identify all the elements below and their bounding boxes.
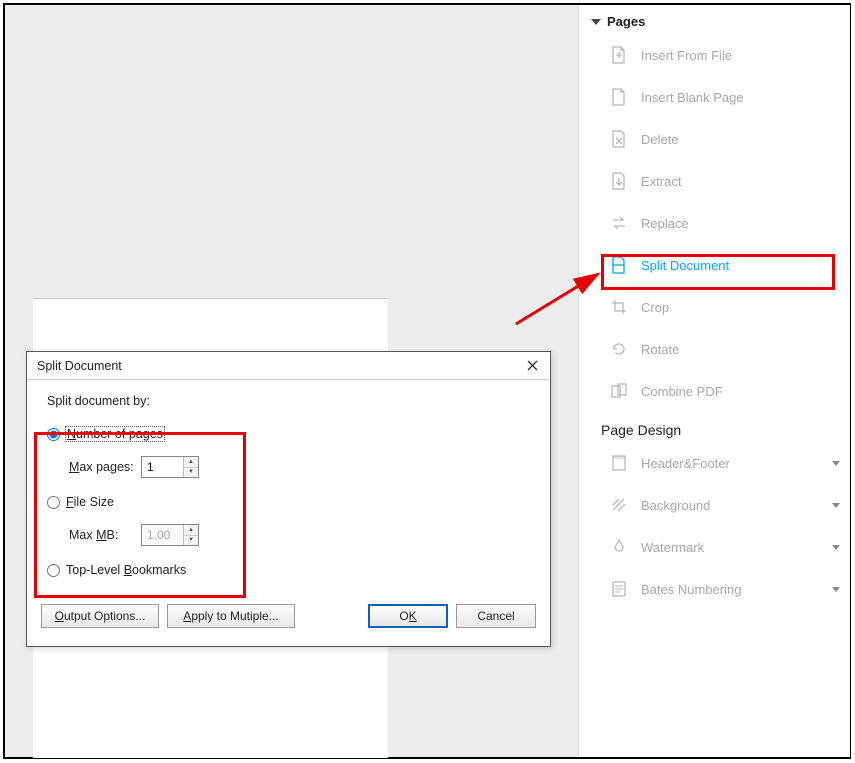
page-insert-icon <box>609 45 629 65</box>
rotate-icon <box>609 339 629 359</box>
menu-label: Bates Numbering <box>613 582 741 597</box>
radio-bookmarks[interactable] <box>47 564 60 577</box>
collapse-icon <box>591 19 601 25</box>
section-title: Page Design <box>601 422 681 438</box>
section-header-pages[interactable]: Pages <box>579 5 850 34</box>
apply-multiple-button[interactable]: Apply to Mutiple... <box>167 604 295 628</box>
menu-split-document[interactable]: Split Document <box>579 244 850 286</box>
radio-number-of-pages[interactable] <box>47 428 60 441</box>
split-icon <box>609 255 629 275</box>
background-icon <box>609 495 629 515</box>
radio-file-size[interactable] <box>47 496 60 509</box>
page-extract-icon <box>609 171 629 191</box>
output-options-button[interactable]: Output Options... <box>41 604 159 628</box>
crop-icon <box>609 297 629 317</box>
max-pages-input[interactable] <box>142 457 183 477</box>
radio-row-size[interactable]: File Size <box>47 490 536 514</box>
menu-delete[interactable]: Delete <box>579 118 850 160</box>
menu-rotate[interactable]: Rotate <box>579 328 850 370</box>
menu-replace[interactable]: Replace <box>579 202 850 244</box>
close-button[interactable] <box>520 356 544 376</box>
dialog-body: Split document by: Number of pages Max p… <box>27 380 550 598</box>
bates-icon <box>609 579 629 599</box>
right-panel: Pages Insert From File Insert Blank Page… <box>578 5 850 757</box>
menu-insert-from-file[interactable]: Insert From File <box>579 34 850 76</box>
max-mb-label: Max MB: <box>69 528 141 542</box>
menu-label: Split Document <box>613 258 729 273</box>
chevron-down-icon <box>832 461 840 466</box>
radio-label: Number of pages <box>66 427 164 441</box>
split-by-label: Split document by: <box>47 394 536 408</box>
max-mb-spinner: ▲ ▼ <box>141 524 199 546</box>
radio-row-pages[interactable]: Number of pages <box>47 422 536 446</box>
dialog-title: Split Document <box>37 359 122 373</box>
watermark-icon <box>609 537 629 557</box>
chevron-down-icon <box>832 503 840 508</box>
menu-label: Insert From File <box>613 48 732 63</box>
section-header-design[interactable]: Page Design <box>579 412 850 442</box>
max-mb-input <box>142 525 183 545</box>
menu-extract[interactable]: Extract <box>579 160 850 202</box>
menu-combine[interactable]: Combine PDF <box>579 370 850 412</box>
menu-label: Insert Blank Page <box>613 90 744 105</box>
radio-row-bookmarks[interactable]: Top-Level Bookmarks <box>47 558 536 582</box>
max-pages-spinner[interactable]: ▲ ▼ <box>141 456 199 478</box>
chevron-down-icon <box>832 587 840 592</box>
max-pages-row: Max pages: ▲ ▼ <box>47 452 536 482</box>
menu-header-footer[interactable]: Header&Footer <box>579 442 850 484</box>
spinner-down[interactable]: ▼ <box>184 468 198 478</box>
menu-background[interactable]: Background <box>579 484 850 526</box>
page-blank-icon <box>609 87 629 107</box>
chevron-down-icon <box>832 545 840 550</box>
split-document-dialog: Split Document Split document by: Number… <box>26 351 551 647</box>
cancel-button[interactable]: Cancel <box>456 604 536 628</box>
radio-label: Top-Level Bookmarks <box>66 563 186 577</box>
dialog-buttons: Output Options... Apply to Mutiple... OK… <box>27 598 550 640</box>
menu-label: Header&Footer <box>613 456 730 471</box>
menu-watermark[interactable]: Watermark <box>579 526 850 568</box>
menu-bates[interactable]: Bates Numbering <box>579 568 850 610</box>
close-icon <box>527 360 538 371</box>
menu-label: Combine PDF <box>613 384 723 399</box>
replace-icon <box>609 213 629 233</box>
spinner-up[interactable]: ▲ <box>184 457 198 468</box>
max-pages-label: Max pages: <box>69 460 141 474</box>
dialog-titlebar: Split Document <box>27 352 550 380</box>
ok-button[interactable]: OK <box>368 604 448 628</box>
combine-icon <box>609 381 629 401</box>
menu-crop[interactable]: Crop <box>579 286 850 328</box>
header-footer-icon <box>609 453 629 473</box>
max-mb-row: Max MB: ▲ ▼ <box>47 520 536 550</box>
radio-label: File Size <box>66 495 114 509</box>
section-title: Pages <box>607 14 645 29</box>
menu-insert-blank[interactable]: Insert Blank Page <box>579 76 850 118</box>
spinner-up: ▲ <box>184 525 198 536</box>
spinner-down: ▼ <box>184 536 198 546</box>
page-delete-icon <box>609 129 629 149</box>
